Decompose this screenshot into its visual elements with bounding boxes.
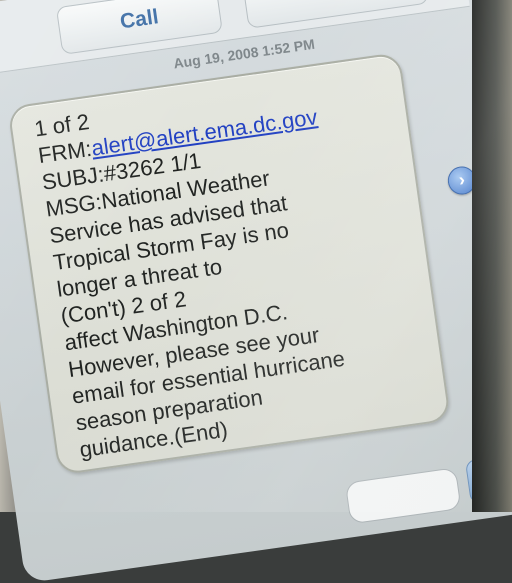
phone-bezel-right [472,0,512,512]
call-button[interactable]: Call [55,0,223,55]
phone-screen: Call Aug 19, 2008 1:52 PM 1 of 2 FRM:ale… [0,0,512,583]
contact-button[interactable] [242,0,429,29]
message-input[interactable] [344,467,462,525]
message-text: 1 of 2 FRM:alert@alert.ema.dc.gov SUBJ:#… [33,63,458,463]
